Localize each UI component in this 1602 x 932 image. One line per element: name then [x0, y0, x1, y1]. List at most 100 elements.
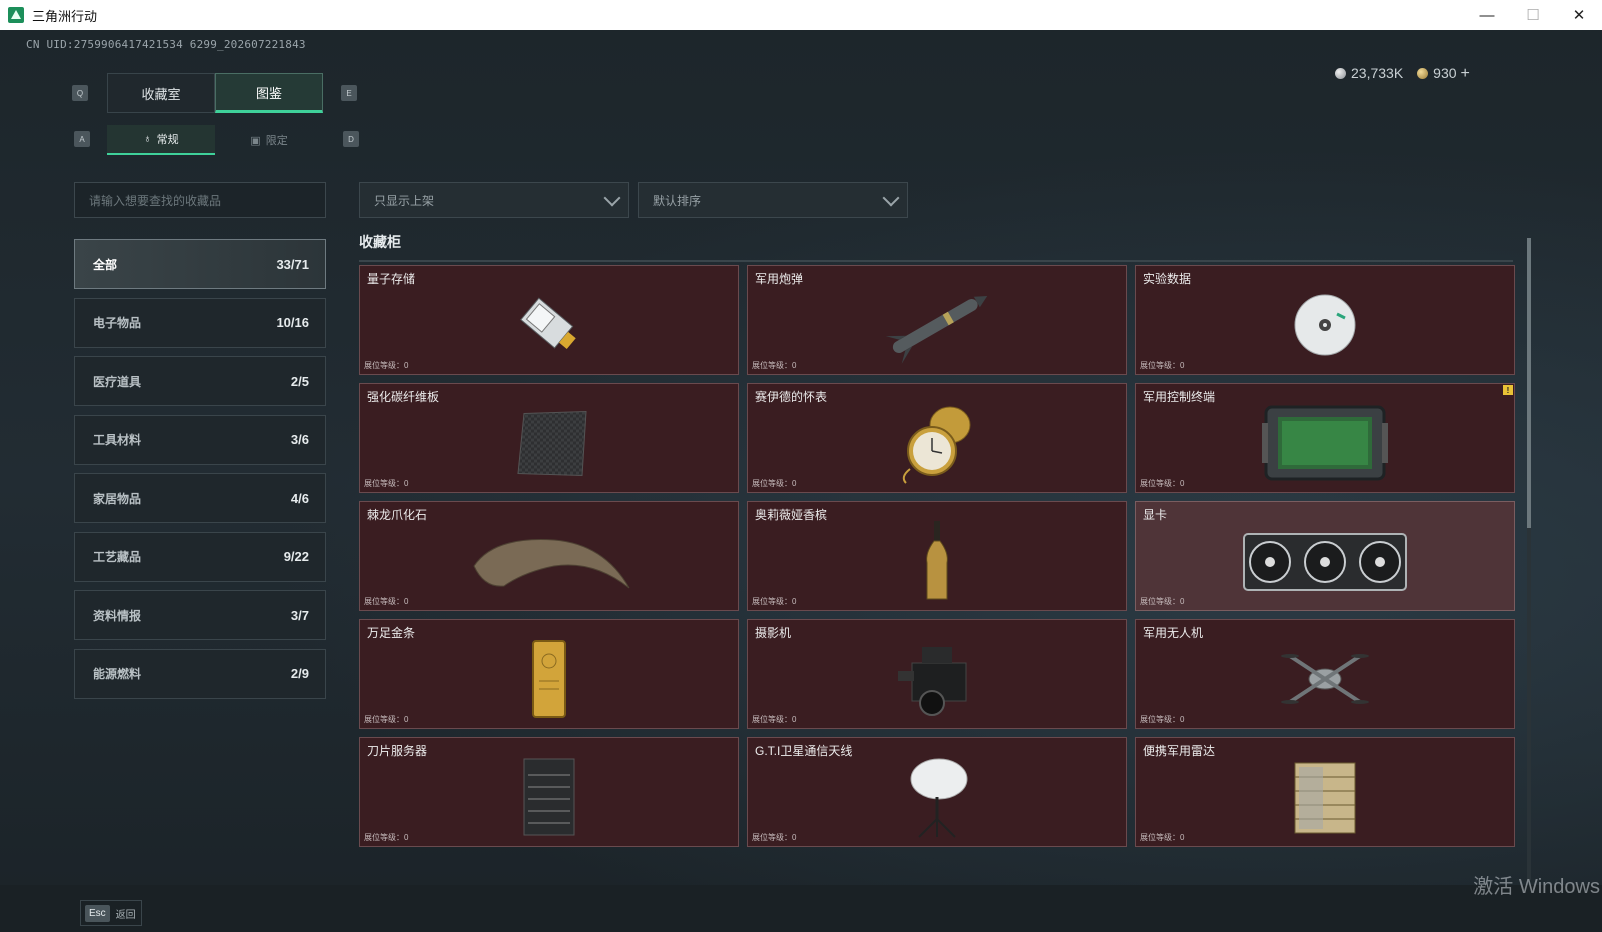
subtab-limited[interactable]: ▣ 限定 — [215, 125, 323, 155]
category-label: 能源燃料 — [93, 667, 142, 681]
item-name: 便携军用雷达 — [1143, 744, 1216, 758]
silver-currency: 23,733K — [1335, 65, 1403, 83]
game-viewport: CN UID:2759906417421534 6299_20260722184… — [0, 30, 1602, 932]
item-card[interactable]: 刀片服务器 展位等级：0 — [359, 737, 739, 847]
shelf-filter-dropdown[interactable]: 只显示上架 — [359, 182, 629, 218]
display-level: 展位等级：0 — [1140, 597, 1185, 606]
claw-fossil-icon — [473, 539, 630, 589]
tab-collection-room[interactable]: 收藏室 — [107, 73, 215, 113]
item-name: 赛伊德的怀表 — [755, 390, 828, 404]
missile-icon — [885, 296, 988, 365]
display-level: 展位等级：0 — [1140, 361, 1185, 370]
display-level: 展位等级：0 — [752, 833, 797, 842]
category-energy[interactable]: 能源燃料 2/9 — [74, 648, 326, 699]
display-level: 展位等级：0 — [752, 361, 797, 370]
grid-scrollbar[interactable] — [1527, 238, 1531, 880]
category-count: 9/22 — [283, 549, 309, 564]
item-card[interactable]: 军用控制终端 ! 展位等级：0 — [1135, 383, 1515, 493]
esc-key-hint: Esc — [85, 904, 110, 922]
item-name: 刀片服务器 — [367, 744, 428, 758]
key-hint-next-tab: E — [341, 85, 357, 101]
subtab-regular-label: 常规 — [156, 134, 179, 146]
window-title: 三角洲行动 — [32, 8, 98, 24]
item-card[interactable]: 万足金条 展位等级：0 — [359, 619, 739, 729]
item-card[interactable]: 赛伊德的怀表 展位等级：0 — [747, 383, 1127, 493]
item-card[interactable]: 棘龙爪化石 展位等级：0 — [359, 501, 739, 611]
server-icon — [523, 758, 575, 836]
item-name: 军用炮弹 — [755, 272, 804, 286]
item-card[interactable]: 量子存储 展位等级：0 — [359, 265, 739, 375]
item-name: 摄影机 — [755, 626, 792, 640]
item-name: 棘龙爪化石 — [367, 508, 428, 522]
app-logo-icon — [8, 7, 24, 23]
drone-icon — [1281, 654, 1369, 705]
category-intel[interactable]: 资料情报 3/7 — [74, 590, 326, 640]
disc-icon — [1294, 294, 1356, 356]
section-title: 收藏柜 — [359, 234, 401, 250]
bottle-icon: ♁ — [143, 133, 152, 145]
close-button[interactable]: ✕ — [1556, 0, 1602, 30]
display-level: 展位等级：0 — [364, 715, 409, 724]
item-card[interactable]: 便携军用雷达 展位等级：0 — [1135, 737, 1515, 847]
tab-codex[interactable]: 图鉴 — [215, 73, 323, 113]
bottom-bar: Esc 返回 — [0, 885, 1602, 932]
silver-coin-icon — [1335, 68, 1346, 79]
item-card[interactable]: G.T.I卫星通信天线 展位等级：0 — [747, 737, 1127, 847]
item-card[interactable]: 军用炮弹 展位等级：0 — [747, 265, 1127, 375]
display-level: 展位等级：0 — [1140, 833, 1185, 842]
display-level: 展位等级：0 — [364, 479, 409, 488]
gold-bar-icon — [532, 640, 566, 719]
search-input[interactable]: 请输入想要查找的收藏品 — [74, 182, 326, 218]
item-name: 量子存储 — [367, 272, 416, 286]
item-name: G.T.I卫星通信天线 — [755, 744, 853, 758]
radar-icon — [1294, 762, 1356, 834]
category-count: 3/7 — [290, 607, 309, 623]
item-card[interactable]: 摄影机 展位等级：0 — [747, 619, 1127, 729]
subtab-regular[interactable]: ♁ 常规 — [107, 125, 215, 155]
category-label: 全部 — [93, 257, 118, 272]
gold-coin-icon — [1417, 68, 1429, 79]
item-name: 强化碳纤维板 — [367, 390, 440, 404]
category-medical[interactable]: 医疗道具 2/5 — [74, 356, 326, 406]
category-crafts[interactable]: 工艺藏品 9/22 — [74, 531, 326, 582]
key-hint-prev-tab: Q — [72, 85, 88, 101]
chevron-down-icon — [882, 189, 900, 207]
gold-currency: 930 + — [1417, 65, 1470, 83]
item-card[interactable]: 实验数据 展位等级：0 — [1135, 265, 1515, 375]
category-label: 工具材料 — [93, 433, 142, 447]
sort-dropdown[interactable]: 默认排序 — [638, 182, 908, 218]
display-level: 展位等级：0 — [752, 715, 797, 724]
display-level: 展位等级：0 — [752, 597, 797, 606]
window-titlebar: 三角洲行动 — ☐ ✕ — [0, 0, 1602, 30]
category-all[interactable]: 全部 33/71 — [74, 239, 326, 289]
add-currency-button[interactable]: + — [1461, 65, 1470, 82]
item-card[interactable]: 奥莉薇娅香槟 展位等级：0 — [747, 501, 1127, 611]
scrollbar-thumb[interactable] — [1527, 238, 1531, 528]
gold-amount: 930 — [1433, 65, 1457, 81]
category-count: 33/71 — [276, 256, 309, 272]
item-card[interactable]: 显卡 展位等级：0 — [1135, 501, 1515, 611]
windows-activation-watermark: 激活 Windows — [1473, 876, 1600, 898]
category-count: 3/6 — [290, 432, 309, 447]
category-electronics[interactable]: 电子物品 10/16 — [74, 297, 326, 348]
item-name: 军用控制终端 — [1143, 390, 1216, 404]
category-count: 2/9 — [290, 666, 309, 681]
item-name: 万足金条 — [367, 626, 416, 640]
satellite-dish-icon — [910, 758, 968, 839]
key-hint-prev-subtab: A — [74, 131, 90, 147]
minimize-button[interactable]: — — [1464, 0, 1510, 30]
category-household[interactable]: 家居物品 4/6 — [74, 473, 326, 523]
user-uid: CN UID:2759906417421534 6299_20260722184… — [26, 38, 306, 51]
key-hint-next-subtab: D — [343, 131, 359, 147]
category-list: 全部 33/71 电子物品 10/16 医疗道具 2/5 工具材料 3/6 家居物品 4/… — [74, 239, 326, 707]
tablet-terminal-icon — [1262, 405, 1388, 481]
item-name: 军用无人机 — [1143, 626, 1204, 640]
display-level: 展位等级：0 — [364, 361, 409, 370]
main-tabs: 收藏室 图鉴 — [107, 73, 323, 113]
back-button[interactable]: Esc 返回 — [80, 900, 142, 926]
category-label: 资料情报 — [93, 608, 142, 623]
category-tools[interactable]: 工具材料 3/6 — [74, 414, 326, 465]
item-card[interactable]: 强化碳纤维板 展位等级：0 — [359, 383, 739, 493]
item-card[interactable]: 军用无人机 展位等级：0 — [1135, 619, 1515, 729]
maximize-button[interactable]: ☐ — [1510, 0, 1556, 30]
